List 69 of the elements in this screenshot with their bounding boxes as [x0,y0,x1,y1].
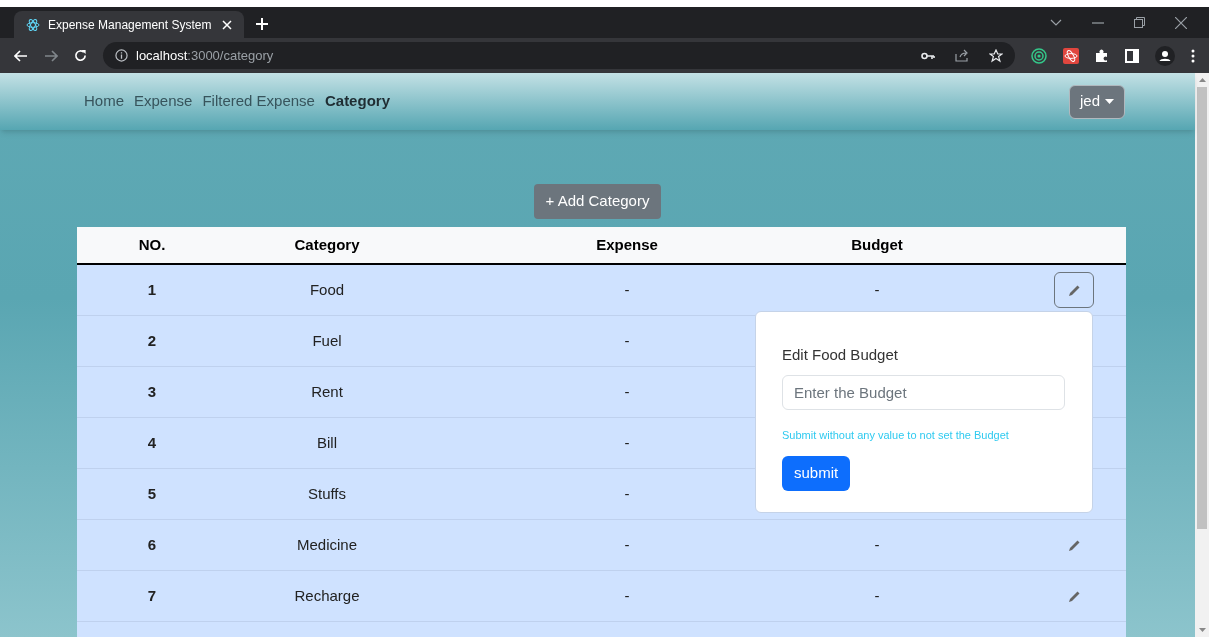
table-cell: Recharge [294,586,360,604]
table-cell: 3 [147,382,157,400]
submit-button[interactable]: submit [782,456,851,491]
popover-title: Edit Food Budget [782,345,899,365]
table-cell: Rent [311,382,343,400]
chevron-down-icon[interactable] [1050,18,1062,27]
table-cell: - [624,382,630,400]
browser-tab[interactable]: Expense Management System [14,11,244,38]
table-cell: 2 [147,331,157,349]
edit-button[interactable] [1054,272,1094,308]
table-cell: - [874,535,880,553]
key-icon[interactable] [921,51,935,60]
table-cell: - [624,280,630,298]
table-cell: 5 [147,484,157,502]
table-cell: Bill [317,433,337,451]
table-cell: 7 [147,586,157,604]
profile-icon[interactable] [1155,45,1175,66]
column-header: Category [294,235,360,253]
table-cell: - [624,586,630,604]
table-cell: Fuel [312,331,342,349]
url-text: localhost:3000/category [136,46,274,65]
nav-link[interactable]: Category [324,90,390,113]
table-cell: - [874,280,880,298]
table-cell: Medicine [297,535,357,553]
menu-icon[interactable] [1191,48,1195,63]
column-header: NO. [138,235,166,253]
scroll-down-icon[interactable] [1198,628,1206,632]
scrollbar[interactable] [1195,73,1209,637]
atom-icon [26,17,40,32]
nav-link[interactable]: Expense [134,90,193,113]
hint-text: Submit without any value to not set the Budget [782,427,1010,443]
back-arrow-icon[interactable] [14,49,28,62]
table-cell: - [624,484,630,502]
table-cell: - [624,535,630,553]
column-header: Budget [851,235,903,253]
nav-link[interactable]: Home [84,90,124,113]
pencil-icon [1067,538,1081,552]
new-tab-icon[interactable] [256,18,268,30]
forward-arrow-icon[interactable] [44,49,58,62]
tab-title: Expense Management System [48,16,213,34]
address-bar[interactable]: localhost:3000/category [103,42,1015,69]
info-icon [115,49,128,62]
star-icon[interactable] [989,48,1003,63]
table-cell: 4 [147,433,157,451]
scroll-up-icon[interactable] [1198,78,1206,82]
user-dropdown[interactable]: jed [1068,84,1125,119]
atom-extension-icon[interactable] [1063,47,1079,64]
table-cell: - [624,331,630,349]
table-cell: Stuffs [307,484,347,502]
table-cell: Food [309,280,345,298]
budget-input[interactable]: Enter the Budget [782,374,1065,410]
table-cell: - [874,586,880,604]
pencil-icon [1067,283,1081,297]
target-extension-icon[interactable] [1031,47,1047,64]
pencil-icon [1067,589,1081,603]
minimize-icon[interactable] [1092,21,1104,24]
nav-link[interactable]: Filtered Expense [202,90,315,113]
share-icon[interactable] [955,49,969,62]
reload-icon[interactable] [74,49,87,62]
close-icon[interactable] [1175,16,1187,29]
table-cell: 6 [147,535,157,553]
table-cell: - [624,433,630,451]
column-header: Expense [596,235,658,253]
side-panel-icon[interactable] [1125,48,1139,63]
puzzle-icon[interactable] [1095,48,1109,63]
caret-icon [1105,99,1114,104]
restore-icon[interactable] [1134,17,1145,28]
table-cell: 1 [147,280,157,298]
add-category-button[interactable]: + Add Category [533,184,662,219]
